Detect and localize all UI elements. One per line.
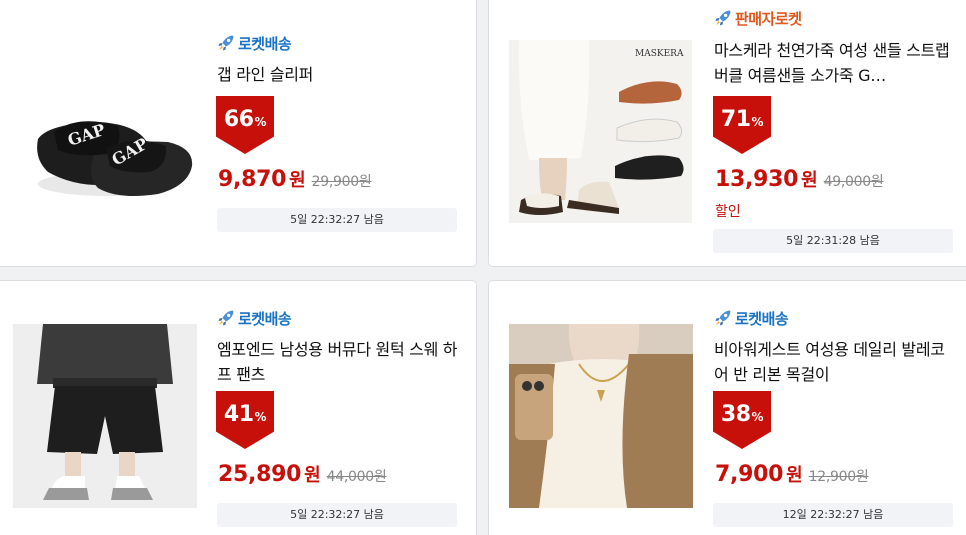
product-card[interactable]: GAP GAP 로켓배송 갭 라인 슬리퍼 66% 9,870 원 29,900… <box>0 0 477 267</box>
countdown-timer: 5일 22:32:27 남음 <box>217 208 457 232</box>
currency-label: 원 <box>786 465 803 486</box>
discount-badge: 38% <box>713 391 771 449</box>
product-title[interactable]: 비아워게스트 여성용 데일리 발레코어 반 리본 목걸이 <box>714 337 954 387</box>
currency-label: 원 <box>289 170 306 191</box>
sandal-image[interactable]: MASKERA <box>509 40 692 223</box>
product-title[interactable]: 갭 라인 슬리퍼 <box>217 62 462 87</box>
rocket-icon <box>713 308 733 328</box>
sale-price: 9,870 <box>218 167 287 192</box>
rocket-icon <box>216 33 236 53</box>
rocket-delivery-badge: 로켓배송 <box>713 308 789 328</box>
product-title[interactable]: 엠포엔드 남성용 버뮤다 원턱 스웨 하프 팬츠 <box>217 337 462 387</box>
seller-rocket-badge: 판매자로켓 <box>713 8 802 28</box>
price-row: 13,930 원 49,000원 <box>715 166 884 192</box>
currency-label: 원 <box>304 465 321 486</box>
discount-badge: 41% <box>216 391 274 449</box>
product-title[interactable]: 마스케라 천연가죽 여성 샌들 스트랩 버클 여름샌들 소가죽 G… <box>714 38 954 88</box>
product-card[interactable]: MASKERA 판매자로켓 마스케라 천연가죽 여성 샌들 스트랩 버클 여름샌… <box>488 0 966 267</box>
countdown-timer: 5일 22:32:27 남음 <box>217 503 457 527</box>
rocket-icon <box>713 8 733 28</box>
price-row: 7,900 원 12,900원 <box>715 461 869 487</box>
sale-price: 25,890 <box>218 462 302 487</box>
original-price: 44,000원 <box>326 469 387 485</box>
price-row: 25,890 원 44,000원 <box>218 461 387 487</box>
sale-price: 13,930 <box>715 167 799 192</box>
rocket-delivery-badge: 로켓배송 <box>216 308 292 328</box>
discount-badge: 66% <box>216 96 274 154</box>
original-price: 49,000원 <box>823 174 884 190</box>
slipper-image[interactable]: GAP GAP <box>18 54 202 238</box>
currency-label: 원 <box>801 170 818 191</box>
shorts-image[interactable] <box>13 324 197 508</box>
necklace-image[interactable] <box>509 324 693 508</box>
rocket-delivery-badge: 로켓배송 <box>216 33 292 53</box>
original-price: 12,900원 <box>808 469 869 485</box>
original-price: 29,900원 <box>311 174 372 190</box>
svg-text:MASKERA: MASKERA <box>635 49 684 59</box>
product-card[interactable]: 로켓배송 엠포엔드 남성용 버뮤다 원턱 스웨 하프 팬츠 41% 25,890… <box>0 280 477 535</box>
product-card[interactable]: 로켓배송 비아워게스트 여성용 데일리 발레코어 반 리본 목걸이 38% 7,… <box>488 280 966 535</box>
sale-price: 7,900 <box>715 462 784 487</box>
countdown-timer: 12일 22:32:27 남음 <box>713 503 953 527</box>
discount-note: 할인 <box>715 204 741 220</box>
rocket-icon <box>216 308 236 328</box>
price-row: 9,870 원 29,900원 <box>218 166 372 192</box>
discount-badge: 71% <box>713 96 771 154</box>
countdown-timer: 5일 22:31:28 남음 <box>713 229 953 253</box>
